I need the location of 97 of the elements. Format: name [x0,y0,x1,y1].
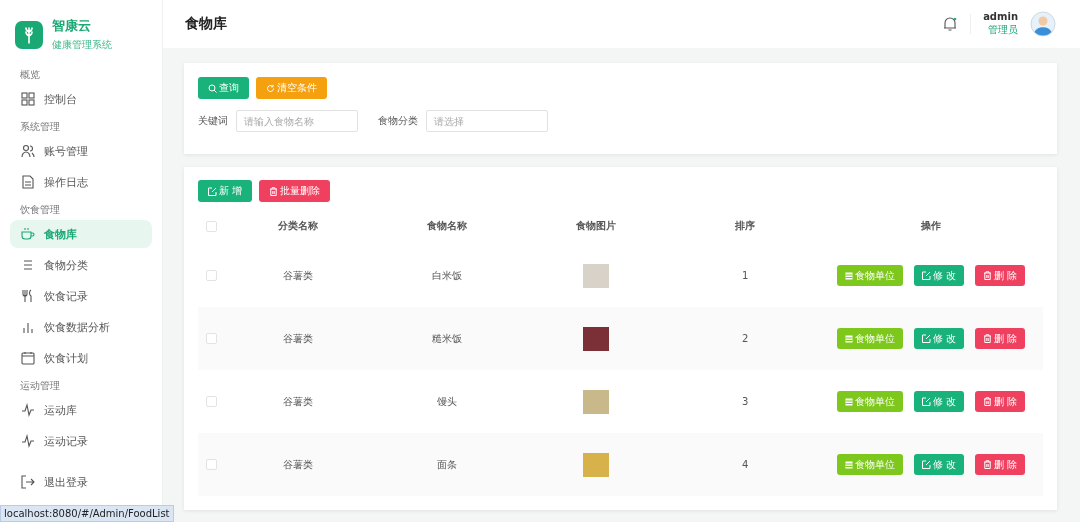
input-field[interactable]: 请选择 [426,110,548,132]
sidebar-item[interactable]: 食物分类 [10,251,152,279]
delete-button[interactable]: 删 除 [975,328,1026,349]
unit-button[interactable]: 食物单位 [837,265,904,286]
column-header: 排序 [734,219,757,233]
logout-icon [21,475,35,489]
unit-button[interactable]: 食物单位 [837,391,904,412]
grid-icon [21,92,35,106]
trash-icon [983,397,993,406]
table-cell: 糙米饭 [432,331,463,346]
search-icon [208,83,217,93]
edit-button[interactable]: 修 改 [914,391,965,412]
checkbox[interactable] [205,220,217,232]
sidebar-item[interactable]: 食物库 [10,220,152,248]
sidebar-item[interactable]: 饮食计划 [10,344,152,372]
trash-icon [983,271,993,280]
sidebar-item[interactable]: 账号管理 [10,137,152,165]
checkbox[interactable] [205,459,217,470]
table-icon [845,397,854,406]
table-cell: 面条 [437,457,458,472]
edit-button[interactable]: 修 改 [914,265,965,286]
edit-icon [208,186,217,196]
user-name: admin [983,11,1018,22]
trash-icon [983,460,993,469]
column-header: 食物图片 [575,219,618,233]
table-cell: 馒头 [437,394,458,409]
menu-group-title: 系统管理 [19,120,61,134]
reset-button[interactable]: 清空条件 [256,77,327,99]
edit-icon [922,397,932,406]
column-header: 操作 [920,219,943,233]
photo-placeholder [583,326,610,351]
photo-placeholder [583,389,610,414]
trash-icon [983,334,993,343]
column-header: 食物名称 [426,219,469,233]
brand-subtitle: 健康管理系统 [52,38,112,52]
bell-icon[interactable] [942,16,959,32]
refresh-icon [266,83,275,93]
table-icon [845,334,854,343]
field-label: 关键词 [198,114,228,128]
menu-group-title: 概览 [19,68,41,82]
table-cell: 谷薯类 [283,457,314,472]
checkbox[interactable] [205,270,217,281]
menu-group-title: 饮食管理 [19,203,61,217]
table-cell: 白米饭 [432,268,463,283]
table-cell: 谷薯类 [283,394,314,409]
table-cell: 谷薯类 [283,268,314,283]
pulse-icon [21,403,35,417]
cup-icon [21,227,35,241]
sidebar-item[interactable]: 控制台 [10,85,152,113]
sidebar-item[interactable]: 饮食数据分析 [10,313,152,341]
search-button[interactable]: 查询 [198,77,249,99]
delete-button[interactable]: 删 除 [975,265,1026,286]
table-cell: 2 [742,333,749,344]
sidebar-item[interactable]: 运动库 [10,396,152,424]
add-button[interactable]: 新 增 [198,180,253,202]
pulse-icon [21,434,35,448]
table-cell: 谷薯类 [283,331,314,346]
input-field[interactable]: 请输入食物名称 [236,110,358,132]
sidebar-item[interactable]: 运动记录 [10,427,152,455]
delete-button[interactable]: 删 除 [975,454,1026,475]
checkbox[interactable] [205,333,217,344]
user-role: 管理员 [988,23,1018,37]
table-icon [845,460,854,469]
users-icon [21,144,35,158]
table-cell: 1 [742,270,749,281]
menu-group-title: 运动管理 [19,379,61,393]
page-title: 食物库 [185,15,227,33]
list-icon [21,258,35,272]
edit-icon [922,334,932,343]
sidebar-item[interactable]: 操作日志 [10,168,152,196]
photo-placeholder [583,452,610,477]
edit-button[interactable]: 修 改 [914,328,965,349]
delete-button[interactable]: 删 除 [975,391,1026,412]
table-cell: 4 [742,459,749,470]
trash-icon [269,186,279,196]
avatar-icon[interactable] [1030,11,1056,37]
table-cell: 3 [742,396,749,407]
logout-item[interactable]: 退出登录 [10,468,152,496]
edit-icon [922,271,932,280]
edit-icon [922,460,932,469]
edit-button[interactable]: 修 改 [914,454,965,475]
delete-button[interactable]: 批量删除 [259,180,331,202]
brand-name: 智康云 [52,17,92,35]
table-icon [845,271,854,280]
unit-button[interactable]: 食物单位 [837,328,904,349]
field-label: 食物分类 [378,114,418,128]
chart-icon [21,320,35,334]
wheat-logo-icon [15,20,43,49]
photo-placeholder [583,263,610,288]
column-header: 分类名称 [277,219,320,233]
checkbox[interactable] [205,396,217,407]
unit-button[interactable]: 食物单位 [837,454,904,475]
fork-icon [21,289,35,303]
doc-icon [21,175,35,189]
calendar-icon [21,351,35,365]
status-url-tooltip: localhost:8080/#/Admin/FoodList [0,505,174,522]
sidebar-item[interactable]: 饮食记录 [10,282,152,310]
